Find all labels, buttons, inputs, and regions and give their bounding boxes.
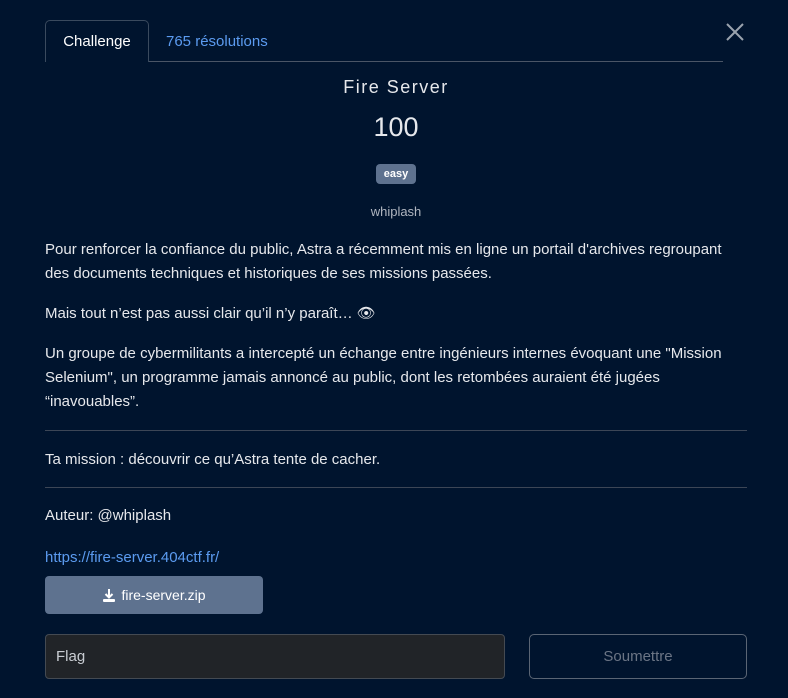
challenge-name: Fire Server xyxy=(343,77,449,97)
mission-text: Ta mission : découvrir ce qu’Astra tente… xyxy=(45,451,381,468)
author-text: Auteur: @whiplash xyxy=(45,507,172,524)
download-icon xyxy=(103,588,116,602)
divider xyxy=(45,430,747,431)
tab-resolutions[interactable]: 765 résolutions xyxy=(166,20,268,62)
flag-input[interactable] xyxy=(45,634,505,679)
divider xyxy=(45,487,747,488)
description-paragraph: Un groupe de cybermilitants a intercepté… xyxy=(45,345,722,410)
challenge-link[interactable]: https://fire-server.404ctf.fr/ xyxy=(45,546,219,570)
file-name: fire-server.zip xyxy=(121,587,206,603)
challenge-value: 100 xyxy=(373,112,419,142)
challenge-author: whiplash xyxy=(370,204,422,219)
submit-button[interactable]: Soumettre xyxy=(529,634,747,679)
close-icon[interactable] xyxy=(724,21,746,43)
difficulty-badge: easy xyxy=(376,164,416,184)
description-paragraph: Pour renforcer la confiance du public, A… xyxy=(45,241,722,282)
tab-challenge[interactable]: Challenge xyxy=(45,20,149,62)
download-file-button[interactable]: fire-server.zip xyxy=(45,576,263,614)
description-paragraph: Mais tout n’est pas aussi clair qu’il n’… xyxy=(45,305,376,322)
